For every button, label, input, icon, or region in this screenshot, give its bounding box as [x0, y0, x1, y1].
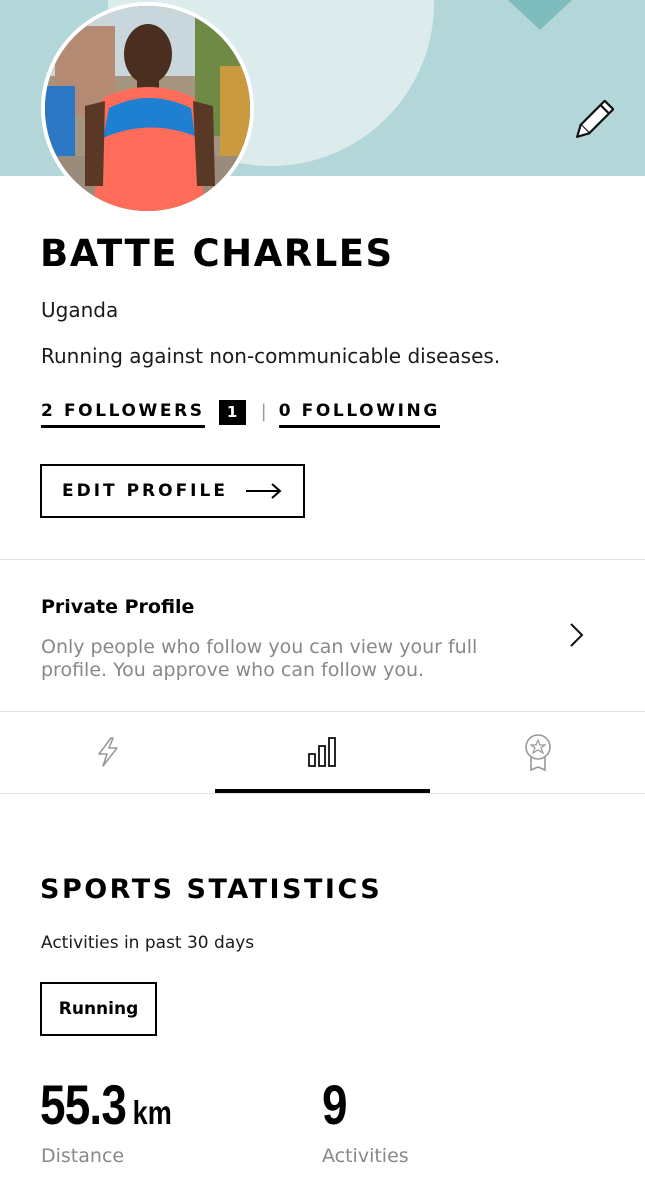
tab-statistics[interactable] — [215, 712, 430, 794]
sports-statistics-subtitle: Activities in past 30 days — [41, 933, 255, 953]
activities-stat: 9 — [322, 1072, 348, 1137]
sport-filter-chip[interactable]: Running — [40, 982, 157, 1036]
profile-bio: Running against non-communicable disease… — [41, 344, 501, 368]
distance-label: Distance — [41, 1145, 125, 1167]
arrow-right-icon — [245, 483, 282, 499]
edit-profile-label: EDIT PROFILE — [62, 481, 228, 501]
activities-value: 9 — [322, 1073, 348, 1136]
edit-profile-button[interactable]: EDIT PROFILE — [40, 464, 305, 518]
private-profile-setting[interactable]: Private Profile Only people who follow y… — [0, 561, 645, 711]
tab-activity[interactable] — [0, 712, 215, 794]
chevron-right-icon — [570, 623, 584, 647]
followers-link[interactable]: 2 FOLLOWERS — [41, 400, 205, 428]
section-divider — [0, 793, 645, 794]
more-options-icon[interactable] — [592, 0, 606, 4]
profile-name: BATTE CHARLES — [40, 232, 394, 275]
following-link[interactable]: 0 FOLLOWING — [278, 400, 440, 428]
bar-chart-icon — [308, 737, 336, 767]
lightning-icon — [98, 737, 118, 767]
activities-label: Activities — [322, 1145, 409, 1167]
private-profile-description: Only people who follow you can view your… — [41, 636, 478, 681]
avatar-photo — [45, 6, 250, 211]
edit-pencil-icon[interactable] — [570, 100, 614, 144]
distance-unit: km — [132, 1094, 172, 1131]
profile-tabs — [0, 712, 645, 794]
sports-statistics-heading: SPORTS STATISTICS — [40, 874, 383, 905]
pending-requests-badge[interactable]: 1 — [218, 400, 246, 425]
distance-stat: 55.3 km — [40, 1072, 172, 1137]
distance-value: 55.3 — [40, 1073, 127, 1136]
back-arrow-icon[interactable] — [36, 0, 54, 4]
tab-achievements[interactable] — [430, 712, 645, 794]
follow-divider: | — [260, 401, 267, 422]
header-decor-triangle — [508, 0, 572, 30]
avatar[interactable] — [41, 2, 254, 215]
follow-stats-row: 2 FOLLOWERS 1 | 0 FOLLOWING — [41, 400, 440, 430]
section-divider — [0, 559, 645, 560]
medal-icon — [525, 734, 551, 772]
profile-country: Uganda — [41, 298, 119, 322]
private-profile-title: Private Profile — [41, 596, 195, 618]
